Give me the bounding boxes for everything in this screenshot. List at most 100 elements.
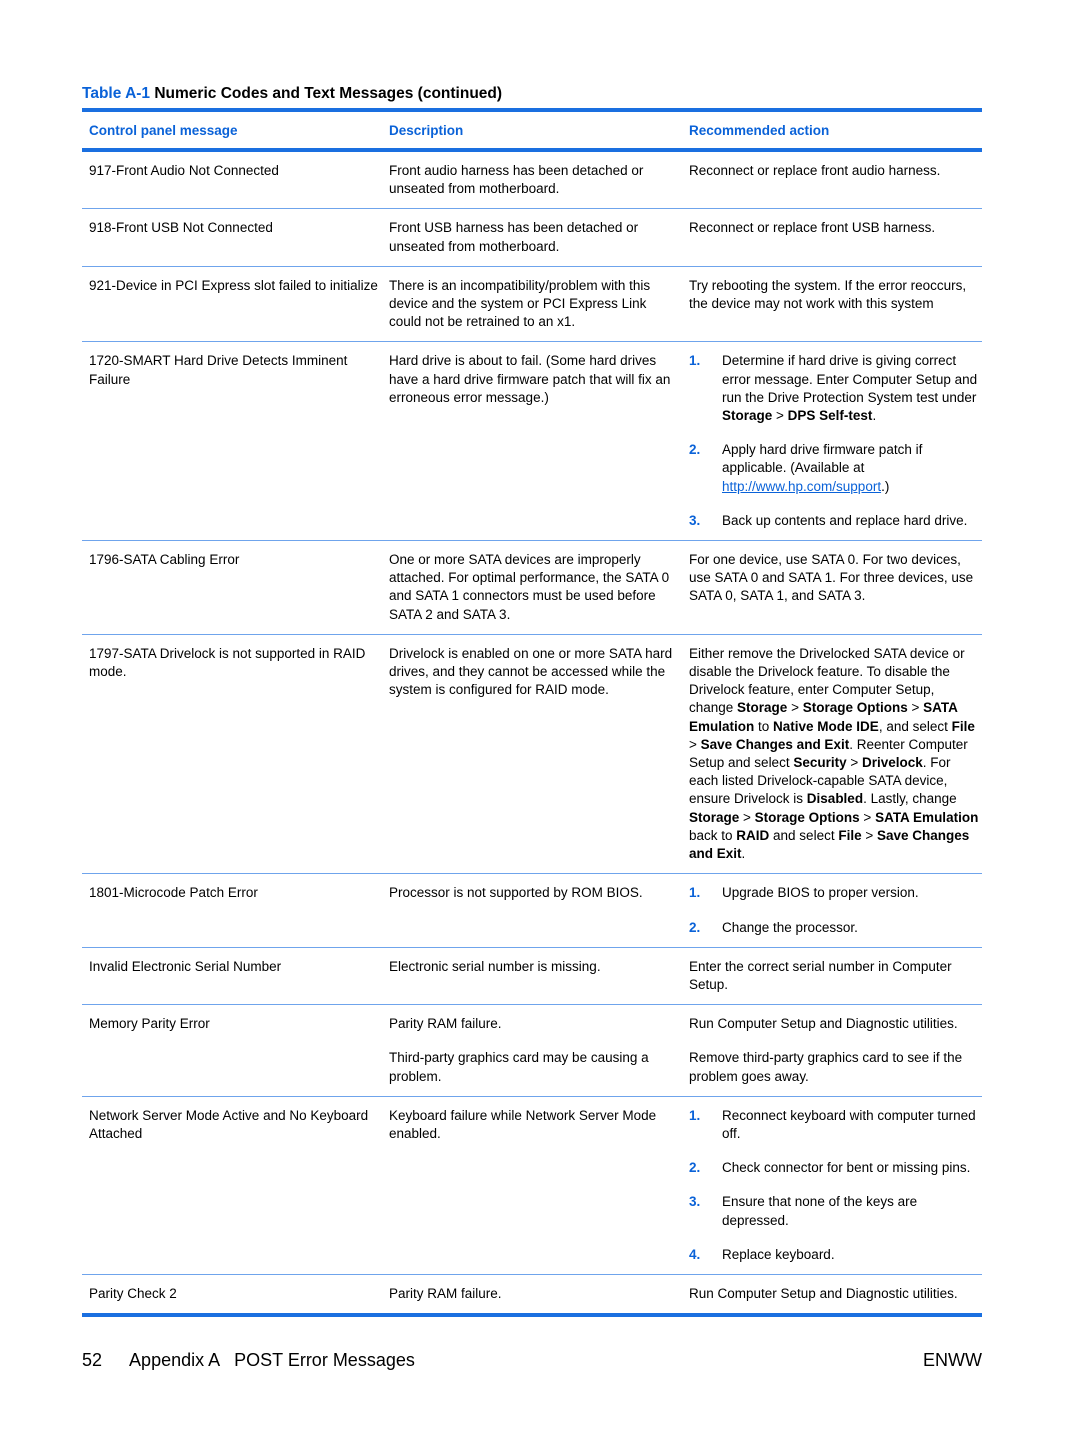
text-segment: Try rebooting the system. If the error r…: [689, 277, 967, 312]
description-cell: Processor is not supported by ROM BIOS.: [382, 884, 682, 936]
support-link[interactable]: http://www.hp.com/support: [722, 479, 881, 494]
control-panel-message: 1796-SATA Cabling Error: [89, 552, 240, 568]
description-cell: One or more SATA devices are improperly …: [382, 551, 682, 624]
text-segment: Reconnect keyboard with computer turned …: [722, 1107, 976, 1141]
recommended-action-cell: Try rebooting the system. If the error r…: [682, 277, 982, 332]
text-segment: . Lastly, change: [863, 791, 957, 807]
ui-path-term: Storage: [722, 408, 773, 424]
action-step: 2. Apply hard drive firmware patch if app…: [689, 441, 982, 496]
text-segment: and select: [769, 827, 839, 843]
description-text: Parity RAM failure.: [389, 1016, 502, 1032]
description-text: Keyboard failure while Network Server Mo…: [389, 1107, 657, 1141]
text-segment: Replace keyboard.: [722, 1246, 835, 1262]
recommended-action-cell: 1. Upgrade BIOS to proper version. 2. Chang…: [682, 884, 982, 936]
page-number: 52: [82, 1350, 103, 1370]
description-text: Front audio harness has been detached or…: [389, 163, 644, 197]
text-segment: Enter the correct serial number in Compu…: [689, 958, 952, 992]
description-text: Electronic serial number is missing.: [389, 958, 601, 974]
ui-path-term: RAID: [736, 827, 770, 843]
ui-path-term: Security: [793, 755, 847, 771]
control-panel-message: Parity Check 2: [89, 1285, 177, 1301]
step-text: Back up contents and replace hard drive.: [722, 512, 982, 530]
table-caption: Table A-1 Numeric Codes and Text Message…: [82, 84, 982, 104]
description-text: Processor is not supported by ROM BIOS.: [389, 885, 643, 901]
action-text: For one device, use SATA 0. For two devi…: [689, 551, 982, 606]
text-segment: to: [754, 718, 774, 734]
ui-path-term: Save Changes and Exit: [700, 736, 850, 752]
action-step: 3. Back up contents and replace hard driv…: [689, 512, 982, 530]
text-segment: >: [739, 809, 755, 825]
control-panel-message: 1801-Microcode Patch Error: [89, 885, 258, 901]
step-number: 1.: [689, 885, 701, 901]
recommended-action-cell: Either remove the Drivelocked SATA devic…: [682, 645, 982, 863]
step-number: 1.: [689, 1107, 701, 1123]
ui-path-term: Disabled: [806, 791, 864, 807]
text-segment: , and select: [878, 718, 952, 734]
description-text: Front USB harness has been detached or u…: [389, 220, 639, 254]
document-page: Table A-1 Numeric Codes and Text Message…: [82, 84, 982, 1318]
recommended-action-cell: Run Computer Setup and Diagnostic utilit…: [682, 1285, 982, 1303]
step-text: Check connector for bent or missing pins…: [722, 1159, 982, 1177]
table-row: Network Server Mode Active and No Keyboa…: [82, 1097, 982, 1274]
table-row: 921-Device in PCI Express slot failed to…: [82, 267, 982, 342]
ui-path-term: Native Mode IDE: [773, 718, 879, 734]
text-segment: Apply hard drive firmware patch if appli…: [722, 442, 923, 476]
step-number: 2.: [689, 919, 701, 935]
step-number: 3.: [689, 512, 701, 528]
column-header-action: Recommended action: [689, 122, 830, 138]
text-segment: .: [872, 408, 877, 424]
table-row: 1720-SMART Hard Drive Detects Imminent F…: [82, 342, 982, 540]
text-segment: >: [787, 700, 803, 716]
action-step: 4. Replace keyboard.: [689, 1246, 982, 1264]
control-panel-message: 917-Front Audio Not Connected: [89, 163, 279, 178]
table-row: Memory Parity Error Parity RAM failure. Th…: [82, 1005, 982, 1096]
table-row: Invalid Electronic Serial Number Electron…: [82, 948, 982, 1004]
text-segment: Ensure that none of the keys are depress…: [722, 1194, 918, 1228]
control-panel-message: 1797-SATA Drivelock is not supported in …: [89, 645, 366, 680]
recommended-action-cell: Run Computer Setup and Diagnostic utilit…: [682, 1015, 982, 1086]
text-segment: Change the processor.: [722, 919, 858, 935]
action-text: Run Computer Setup and Diagnostic utilit…: [689, 1016, 958, 1032]
recommended-action-cell: 1. Reconnect keyboard with computer turne…: [682, 1107, 982, 1264]
action-step: 1. Reconnect keyboard with computer turne…: [689, 1107, 982, 1143]
text-segment: Upgrade BIOS to proper version.: [722, 885, 919, 901]
text-segment: Check connector for bent or missing pins…: [722, 1160, 971, 1176]
step-text: Change the processor.: [722, 919, 982, 937]
text-segment: Reconnect or replace front USB harness.: [689, 220, 936, 236]
action-text: Enter the correct serial number in Compu…: [689, 958, 982, 994]
action-text: Try rebooting the system. If the error r…: [689, 277, 982, 313]
ui-path-term: Storage Options: [754, 809, 860, 825]
section-title: Appendix A POST Error Messages: [129, 1350, 415, 1370]
description-text: There is an incompatibility/problem with…: [389, 277, 651, 330]
locale-code: ENWW: [923, 1350, 982, 1370]
description-cell: Parity RAM failure. Third-party graphics …: [382, 1015, 682, 1086]
description-text: Parity RAM failure.: [389, 1285, 502, 1301]
table-number: Table A-1: [82, 85, 151, 102]
recommended-action-cell: 1. Determine if hard drive is giving corr…: [682, 352, 982, 530]
ui-path-term: Storage Options: [802, 700, 908, 716]
description-cell: Keyboard failure while Network Server Mo…: [382, 1107, 682, 1264]
text-segment: .): [881, 478, 890, 494]
control-panel-message: Memory Parity Error: [89, 1016, 210, 1032]
action-step: 1. Determine if hard drive is giving corr…: [689, 352, 982, 425]
table-row: 917-Front Audio Not Connected Front audio…: [82, 152, 982, 208]
table-title: Numeric Codes and Text Messages (continu…: [154, 85, 503, 102]
control-panel-message: Invalid Electronic Serial Number: [89, 958, 282, 974]
text-segment: >: [846, 755, 862, 771]
action-step: 1. Upgrade BIOS to proper version.: [689, 884, 982, 902]
text-segment: back to: [689, 827, 737, 843]
description-text: Hard drive is about to fail. (Some hard …: [389, 353, 671, 405]
table-row: 1796-SATA Cabling Error One or more SATA …: [82, 541, 982, 634]
ui-path-term: Storage: [689, 809, 740, 825]
ui-path-term: DPS Self-test: [787, 408, 873, 424]
text-segment: >: [861, 827, 877, 843]
column-header-message: Control panel message: [89, 122, 238, 138]
text-segment: >: [859, 809, 876, 825]
table-bottom-rule: [82, 1313, 982, 1318]
text-segment: .: [741, 846, 746, 862]
action-text: Run Computer Setup and Diagnostic utilit…: [689, 1285, 982, 1303]
ui-path-term: Storage: [737, 700, 788, 716]
description-text: Third-party graphics card may be causing…: [389, 1050, 649, 1084]
control-panel-message: 1720-SMART Hard Drive Detects Imminent F…: [89, 353, 348, 387]
action-text: Reconnect or replace front audio harness…: [689, 162, 982, 180]
